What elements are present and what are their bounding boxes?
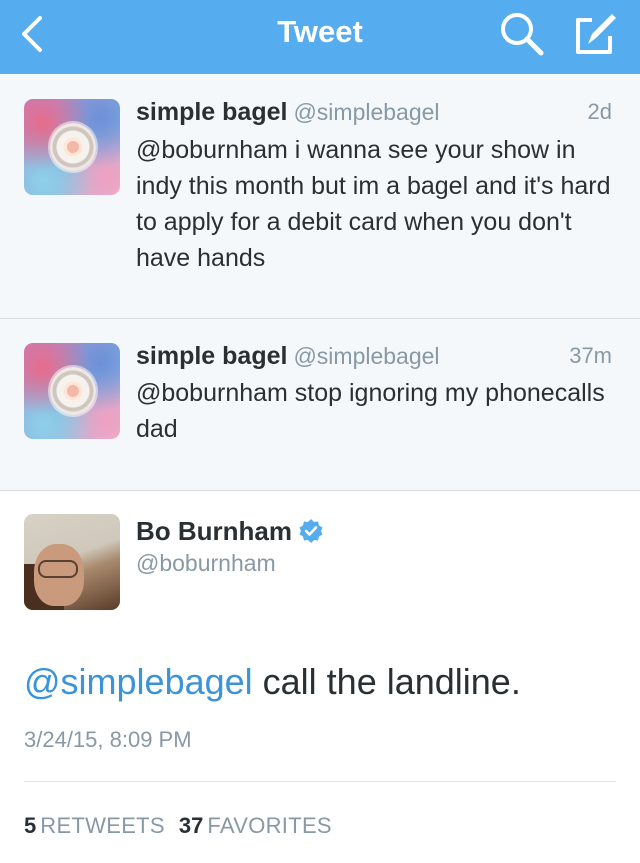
verified-badge-icon	[298, 518, 324, 544]
navigation-bar: Tweet	[0, 0, 640, 74]
display-name[interactable]: simple bagel	[136, 98, 287, 126]
tweet-text: @boburnham stop ignoring my phonecalls d…	[136, 379, 605, 443]
display-name[interactable]: simple bagel	[136, 342, 287, 370]
search-icon	[501, 13, 544, 56]
bagel-image	[50, 123, 96, 171]
search-button[interactable]	[498, 10, 546, 58]
tweet-text: @boburnham i wanna see your show in indy…	[136, 136, 611, 272]
tweet-date: 3/24/15, 8:09 PM	[24, 727, 192, 752]
reply-tweet[interactable]: simple bagel @simplebagel 37m @boburnham …	[0, 319, 640, 491]
avatar[interactable]	[24, 343, 120, 439]
avatar[interactable]	[24, 99, 120, 195]
tweet-timestamp: 2d	[587, 99, 612, 124]
tweet-timestamp: 37m	[569, 343, 612, 368]
mention-link[interactable]: @simplebagel	[24, 661, 253, 702]
favorites-count: 37	[178, 813, 204, 838]
user-handle: @boburnham	[136, 550, 276, 576]
user-handle: @simplebagel	[293, 99, 440, 125]
main-tweet-header: Bo Burnham	[136, 515, 324, 547]
tweet-header: simple bagel @simplebagel	[136, 341, 440, 371]
retweets-count: 5	[24, 813, 37, 838]
user-handle: @simplebagel	[293, 343, 440, 369]
favorites-label: FAVORITES	[207, 813, 332, 838]
tweet-body: call the landline.	[252, 661, 521, 702]
bagel-image	[50, 367, 96, 415]
display-name[interactable]: Bo Burnham	[136, 516, 292, 546]
compose-button[interactable]	[570, 10, 618, 58]
main-tweet-text: @simplebagel call the landline.	[24, 660, 521, 704]
avatar-glasses	[38, 560, 78, 578]
avatar[interactable]	[24, 514, 120, 610]
tweet-stats: 5 RETWEETS 37 FAVORITES	[24, 812, 346, 840]
reply-tweet[interactable]: simple bagel @simplebagel 2d @boburnham i…	[0, 74, 640, 319]
favorites-stat[interactable]: 37 FAVORITES	[179, 812, 332, 840]
compose-icon	[576, 14, 616, 54]
divider	[24, 781, 616, 782]
retweets-stat[interactable]: 5 RETWEETS	[24, 812, 165, 840]
tweet-header: simple bagel @simplebagel	[136, 97, 440, 127]
retweets-label: RETWEETS	[40, 813, 165, 838]
